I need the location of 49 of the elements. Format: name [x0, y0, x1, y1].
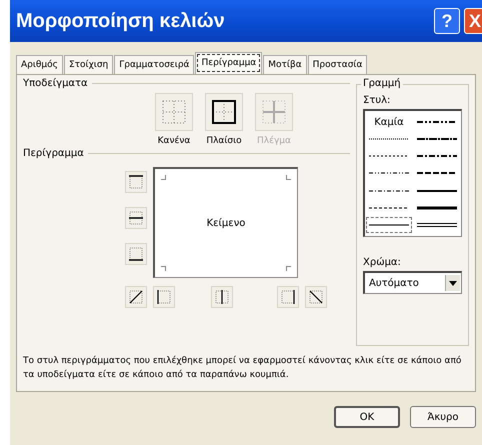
line-style-option[interactable]: Καμία [367, 115, 411, 129]
center-border-button[interactable] [211, 286, 233, 308]
preview-text: Κείμενο [206, 218, 246, 228]
preset-label: Κανένα [158, 136, 190, 146]
diag-down-border-button[interactable] [305, 286, 327, 308]
line-sample-icon [417, 118, 457, 126]
group-title: Υποδείγματα [23, 78, 88, 89]
tab[interactable]: Γραμματοσειρά [114, 55, 194, 74]
outline-border-icon [211, 99, 237, 125]
grid-icon [161, 99, 187, 125]
diag-up-border-icon [128, 289, 144, 305]
preset-label: Πλέγμα [257, 136, 291, 146]
ok-button[interactable]: OK [334, 406, 400, 428]
double-line-icon [417, 220, 457, 229]
line-style-option[interactable] [367, 218, 411, 232]
preset-label: Πλαίσιο [206, 136, 242, 146]
outline-preset-button[interactable] [205, 93, 243, 131]
top-border-button[interactable] [125, 171, 147, 193]
middle-border-icon [128, 210, 144, 226]
line-style-list[interactable]: Καμία [363, 109, 462, 237]
tab[interactable]: Προστασία [308, 55, 368, 74]
bottom-border-button[interactable] [125, 243, 147, 265]
style-label: Στυλ: [363, 95, 392, 106]
close-button[interactable]: X [464, 8, 482, 34]
grid-icon [261, 99, 287, 125]
diag-down-border-icon [308, 289, 324, 305]
tab[interactable]: Αριθμός [16, 55, 63, 74]
bottom-border-icon [128, 246, 144, 262]
tab[interactable]: Περίγραμμα [195, 52, 262, 74]
right-border-icon [280, 289, 296, 305]
help-button[interactable]: ? [434, 8, 460, 34]
line-sample-icon [417, 204, 457, 212]
color-label: Χρώμα: [363, 257, 402, 268]
top-border-icon [128, 174, 144, 190]
left-border-icon [156, 289, 172, 305]
tab[interactable]: Στοίχιση [64, 55, 114, 74]
left-border-button[interactable] [153, 286, 175, 308]
group-title: Περίγραμμα [23, 148, 84, 159]
diag-up-border-button[interactable] [125, 286, 147, 308]
window-title: Μορφοποίηση κελιών [16, 10, 226, 32]
center-border-icon [214, 289, 230, 305]
group-title: Γραμμή [361, 78, 403, 89]
help-text: Το στυλ περιγράμματος που επιλέχθηκε μπορεί να εφαρμοστεί κάνοντας κλικ είτε σε κάποιο από τα υποδείγματα είτε σε κάποιο από τα παραπάνω κουμπιά. [23, 355, 462, 382]
cancel-button[interactable]: Άκυρο [410, 406, 476, 428]
tab[interactable]: Μοτίβα [263, 55, 307, 74]
right-border-button[interactable] [277, 286, 299, 308]
none-preset-button[interactable] [155, 93, 193, 131]
color-dropdown[interactable]: Αυτόματο [363, 271, 462, 294]
middle-border-button[interactable] [125, 207, 147, 229]
